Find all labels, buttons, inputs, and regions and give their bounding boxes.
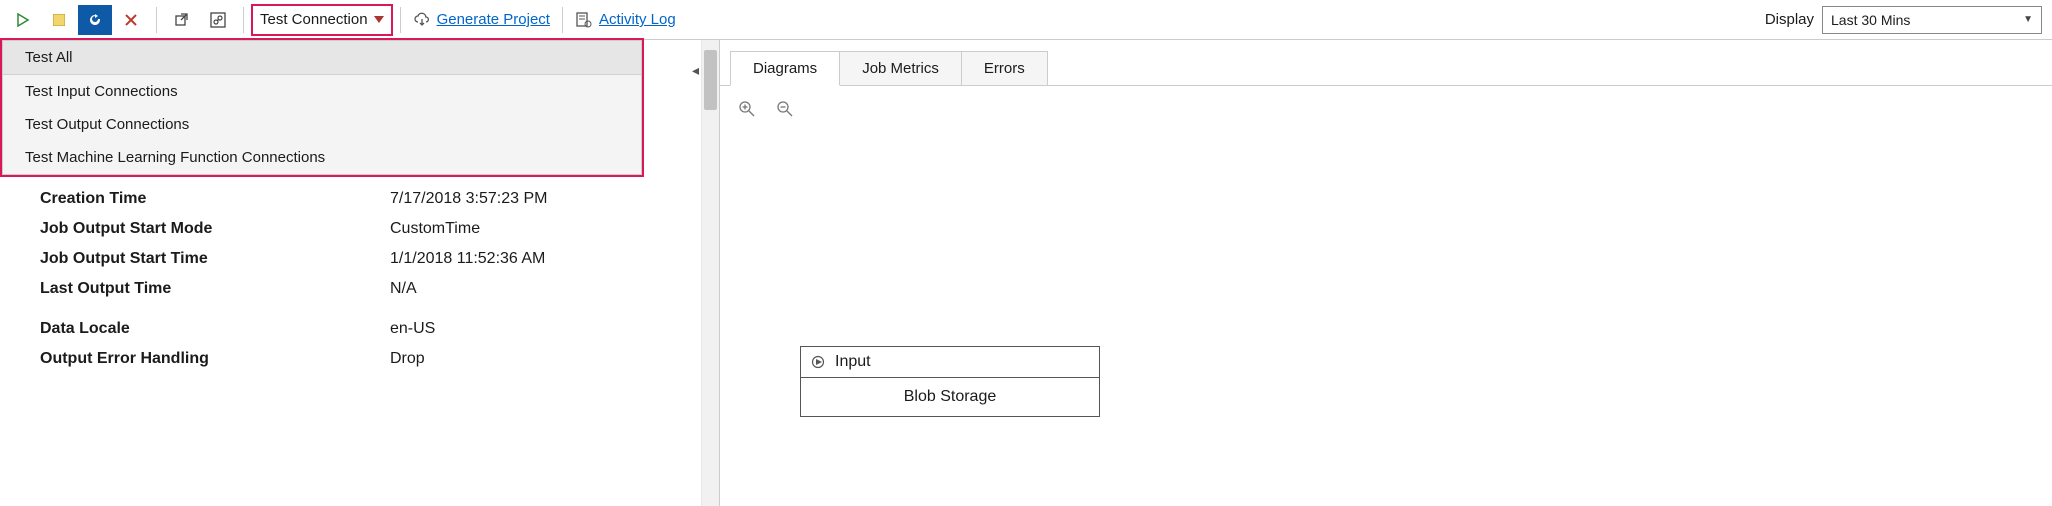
node-body: Blob Storage — [801, 378, 1099, 416]
property-label: Data Locale — [40, 320, 390, 338]
separator — [562, 7, 563, 33]
property-row: Last Output Time N/A — [40, 280, 679, 298]
property-value: 1/1/2018 11:52:36 AM — [390, 250, 679, 268]
separator — [243, 7, 244, 33]
zoom-out-icon[interactable] — [776, 100, 794, 118]
separator — [400, 7, 401, 33]
property-row: Creation Time 7/17/2018 3:57:23 PM — [40, 190, 679, 208]
chevron-down-icon — [374, 16, 384, 24]
refresh-button[interactable] — [78, 5, 112, 35]
tab-bar: Diagrams Job Metrics Errors — [720, 40, 2052, 86]
property-value: Drop — [390, 350, 679, 368]
menu-item-test-all[interactable]: Test All — [3, 41, 641, 74]
node-title: Input — [835, 353, 871, 371]
right-panel: Diagrams Job Metrics Errors Input Blob S… — [720, 40, 2052, 506]
property-row: Output Error Handling Drop — [40, 350, 679, 368]
start-button[interactable] — [6, 5, 40, 35]
tab-errors[interactable]: Errors — [961, 51, 1048, 85]
activity-log-icon — [575, 11, 593, 29]
delete-button[interactable] — [114, 5, 148, 35]
chevron-down-icon: ▼ — [2023, 14, 2033, 25]
diagram-canvas: Input Blob Storage — [720, 86, 2052, 506]
property-label: Job Output Start Mode — [40, 220, 390, 238]
menu-item-test-output[interactable]: Test Output Connections — [3, 108, 641, 141]
node-header: Input — [801, 347, 1099, 378]
link-button[interactable] — [201, 5, 235, 35]
generate-project-group: Generate Project — [409, 11, 554, 29]
activity-log-group: Activity Log — [571, 11, 680, 29]
property-value: CustomTime — [390, 220, 679, 238]
zoom-in-icon[interactable] — [738, 100, 756, 118]
cloud-download-icon — [413, 11, 431, 29]
property-label: Creation Time — [40, 190, 390, 208]
tab-diagrams[interactable]: Diagrams — [730, 51, 840, 86]
property-value: 7/17/2018 3:57:23 PM — [390, 190, 679, 208]
property-label: Output Error Handling — [40, 350, 390, 368]
toolbar: Test Connection Generate Project Activit… — [0, 0, 2052, 40]
property-label: Last Output Time — [40, 280, 390, 298]
input-node-icon — [811, 355, 825, 369]
zoom-toolbar — [738, 100, 2034, 118]
property-value: N/A — [390, 280, 679, 298]
scrollbar[interactable] — [701, 40, 719, 506]
menu-item-test-ml[interactable]: Test Machine Learning Function Connectio… — [3, 141, 641, 174]
display-range-select[interactable]: Last 30 Mins ▼ — [1822, 6, 2042, 34]
property-value: en-US — [390, 320, 679, 338]
generate-project-link[interactable]: Generate Project — [437, 11, 550, 28]
display-range-value: Last 30 Mins — [1831, 12, 1910, 28]
test-connection-dropdown[interactable]: Test Connection — [252, 5, 392, 35]
property-label: Job Output Start Time — [40, 250, 390, 268]
property-row: Job Output Start Time 1/1/2018 11:52:36 … — [40, 250, 679, 268]
display-label: Display — [1765, 11, 1814, 28]
separator — [156, 7, 157, 33]
stop-button[interactable] — [42, 5, 76, 35]
open-external-button[interactable] — [165, 5, 199, 35]
collapse-left-icon[interactable]: ◂ — [692, 62, 699, 79]
property-row: Data Locale en-US — [40, 320, 679, 338]
test-connection-label: Test Connection — [260, 11, 368, 28]
test-connection-menu: Test All Test Input Connections Test Out… — [2, 40, 642, 175]
diagram-node-input[interactable]: Input Blob Storage — [800, 346, 1100, 417]
tab-job-metrics[interactable]: Job Metrics — [839, 51, 962, 85]
menu-item-test-input[interactable]: Test Input Connections — [3, 75, 641, 108]
scrollbar-thumb[interactable] — [704, 50, 717, 110]
activity-log-link[interactable]: Activity Log — [599, 11, 676, 28]
property-row: Job Output Start Mode CustomTime — [40, 220, 679, 238]
display-group: Display Last 30 Mins ▼ — [1765, 6, 2046, 34]
